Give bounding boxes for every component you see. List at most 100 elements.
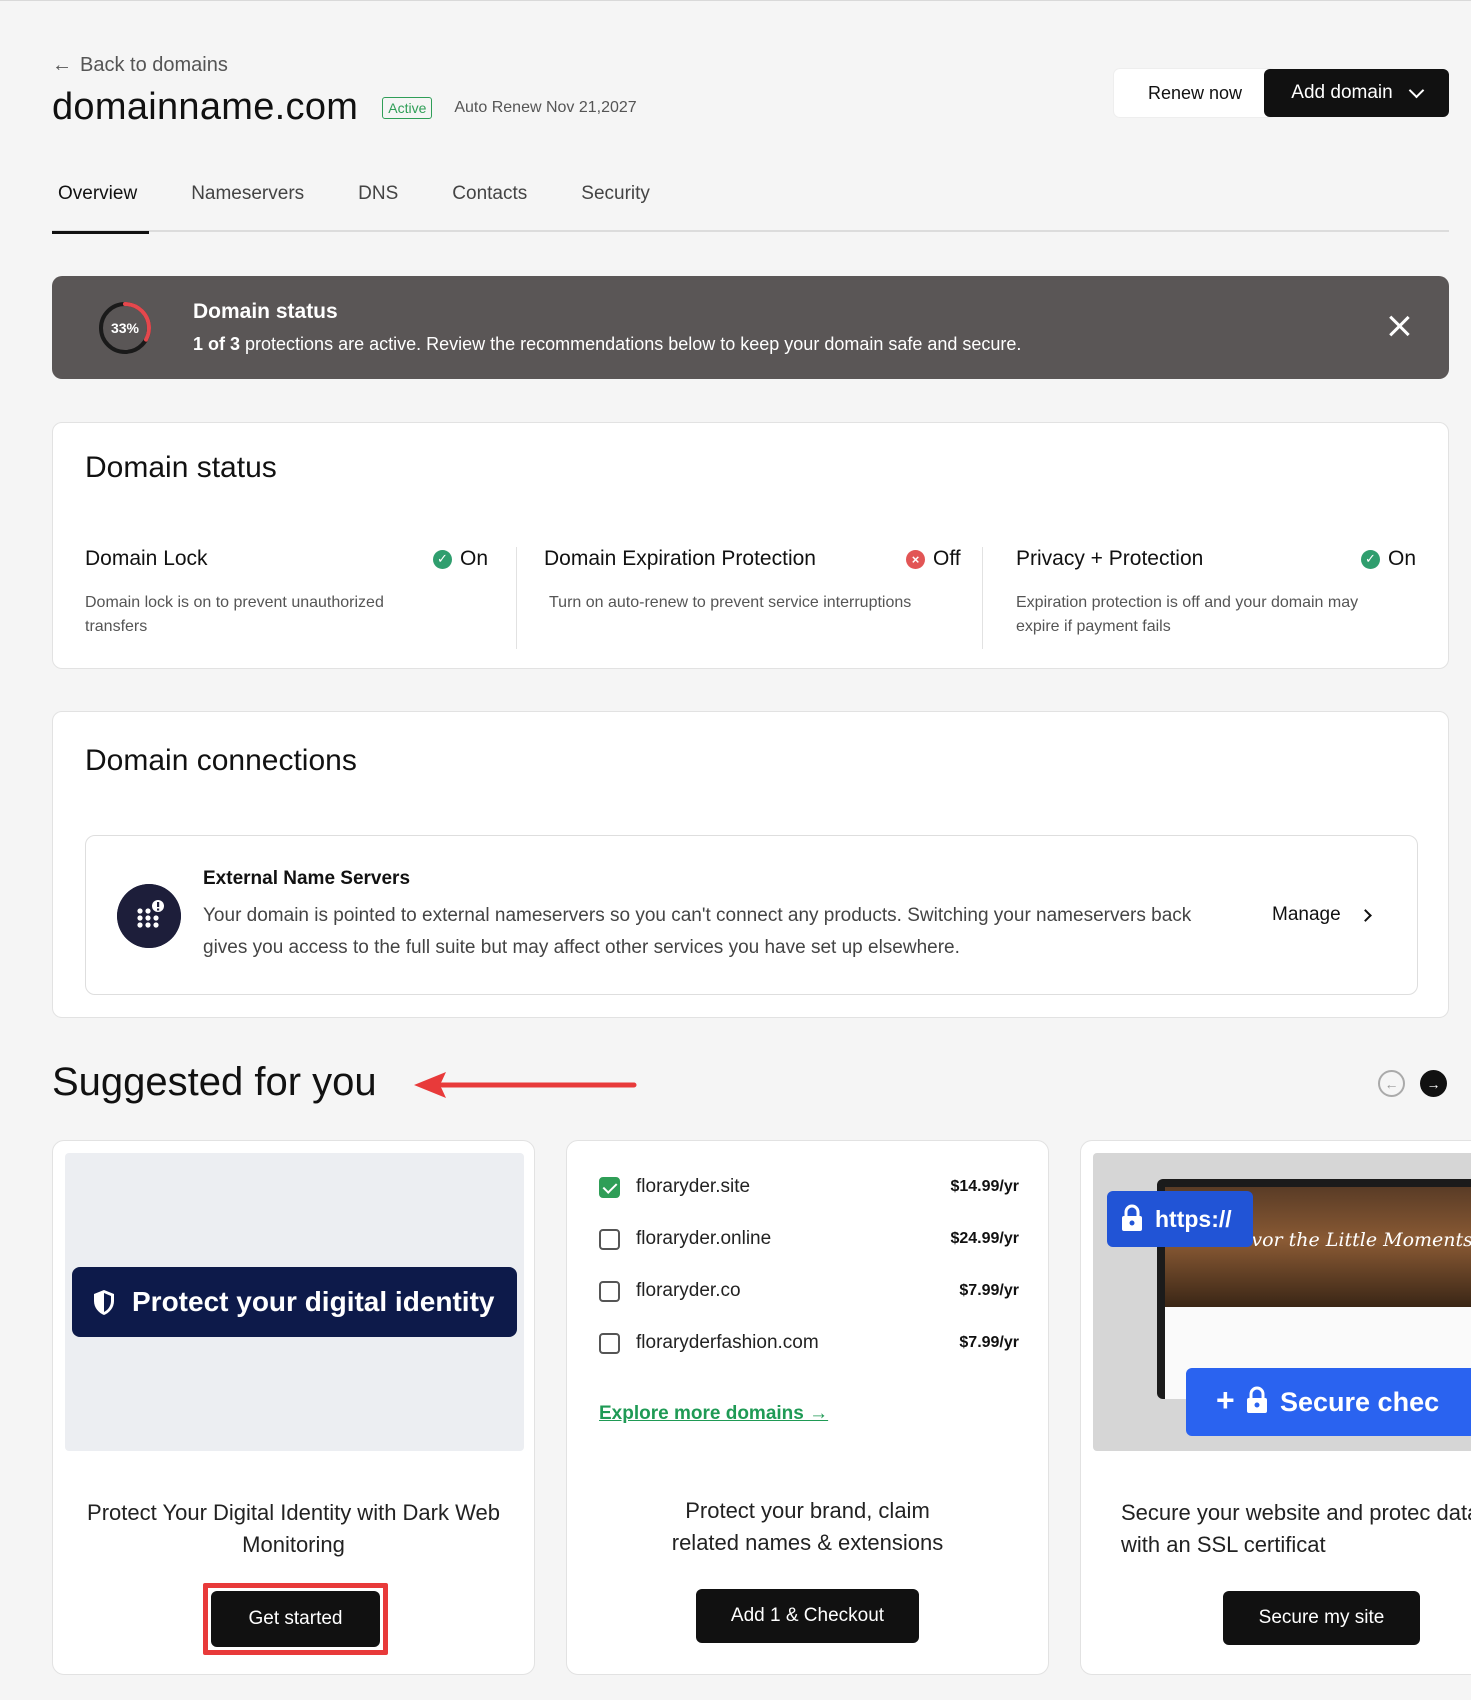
https-label: https:// [1155, 1205, 1232, 1232]
status-desc: Domain lock is on to prevent unauthorize… [85, 594, 384, 635]
banner-text: protections are active. Review the recom… [240, 334, 1022, 354]
tab-security[interactable]: Security [575, 168, 656, 232]
suggestion-card-dark-web: Protect your digital identity Protect Yo… [52, 1140, 535, 1675]
chevron-right-icon [1358, 908, 1372, 922]
domain-title-row: domainname.com Active Auto Renew Nov 21,… [52, 86, 637, 129]
protect-pill-label: Protect your digital identity [132, 1286, 495, 1317]
domain-option-price: $14.99/yr [950, 1178, 1019, 1195]
domain-option-price: $24.99/yr [950, 1230, 1019, 1247]
status-state: × Off [906, 547, 961, 571]
card-title: Secure your website and protec data with… [1121, 1500, 1471, 1557]
lock-icon [1122, 1204, 1142, 1231]
renew-now-button[interactable]: Renew now [1114, 69, 1276, 117]
suggestion-card-ssl: Savor the Little Moments https:// + Secu… [1080, 1140, 1471, 1675]
status-domain-lock: Domain Lock ✓ On Domain lock is on to pr… [85, 547, 493, 635]
divider [516, 547, 517, 649]
top-border [0, 0, 1471, 1]
external-nameservers-panel: External Name Servers Your domain is poi… [85, 835, 1418, 995]
plus-icon: + [1216, 1382, 1235, 1418]
website-hero-text: Savor the Little Moments [1227, 1229, 1471, 1251]
suggestion-card-related-domains: floraryder.site $14.99/yr floraryder.onl… [566, 1140, 1049, 1675]
back-to-domains-link[interactable]: ← Back to domains [52, 54, 228, 77]
status-privacy-protection: Privacy + Protection ✓ On Expiration pro… [1016, 547, 1426, 635]
card-title: Protect Your Digital Identity with Dark … [87, 1500, 500, 1557]
status-state-text: Off [933, 547, 961, 570]
check-circle-icon: ✓ [1361, 549, 1380, 569]
protect-pill: Protect your digital identity [72, 1267, 517, 1337]
arrow-right-icon: → [1426, 1075, 1441, 1092]
domain-option-price: $7.99/yr [959, 1334, 1019, 1351]
annotation-arrow-icon [414, 1072, 637, 1098]
status-desc: Turn on auto-renew to prevent service in… [549, 594, 912, 611]
secure-checkout-badge: + Secure chec [1186, 1368, 1471, 1436]
ssl-illustration: Savor the Little Moments https:// + Secu… [1093, 1153, 1471, 1451]
ns-description: Your domain is pointed to external names… [203, 905, 1192, 958]
domain-tabs: Overview Nameservers DNS Contacts Securi… [52, 168, 1449, 234]
get-started-button[interactable]: Get started [211, 1591, 380, 1647]
secure-check-label: Secure chec [1280, 1386, 1440, 1417]
arrow-left-icon: ← [1384, 1075, 1399, 1092]
status-desc: Expiration protection is off and your do… [1016, 594, 1359, 635]
tab-dns[interactable]: DNS [352, 168, 404, 232]
add-domain-button[interactable]: Add domain [1264, 69, 1449, 117]
arrow-left-icon: ← [52, 54, 72, 76]
status-expiration-protection: Domain Expiration Protection × Off Turn … [544, 547, 964, 611]
auto-renew-text: Auto Renew Nov 21,2027 [454, 98, 637, 116]
domain-status-banner: 33% Domain status 1 of 3 protections are… [52, 276, 1449, 379]
checkbox[interactable] [599, 1332, 620, 1354]
secure-my-site-button[interactable]: Secure my site [1223, 1591, 1420, 1645]
ns-title: External Name Servers [203, 868, 411, 889]
divider [982, 547, 983, 649]
domain-connections-card: Domain connections External Name Servers… [52, 711, 1449, 1018]
domain-option-row[interactable]: floraryder.co $7.99/yr [599, 1277, 1019, 1305]
banner-count: 1 of 3 [193, 334, 241, 354]
card-title: Protect your brand, claim related names … [671, 1498, 944, 1555]
status-label: Domain Lock [85, 547, 208, 570]
checkbox[interactable] [599, 1228, 620, 1250]
domain-option-row[interactable]: floraryder.online $24.99/yr [599, 1225, 1019, 1253]
tab-nameservers[interactable]: Nameservers [185, 168, 310, 232]
domain-status-card: Domain status Domain Lock ✓ On Domain lo… [52, 422, 1449, 669]
domain-option-name: floraryder.online [636, 1228, 772, 1249]
status-badge: Active [382, 96, 433, 119]
manage-link[interactable]: Manage [1272, 904, 1372, 926]
suggested-heading: Suggested for you [52, 1060, 377, 1104]
domain-option-name: floraryder.co [636, 1280, 741, 1301]
back-label: Back to domains [80, 54, 228, 76]
domain-option-row[interactable]: floraryderfashion.com $7.99/yr [599, 1329, 1019, 1357]
manage-label: Manage [1272, 904, 1341, 925]
status-state: ✓ On [433, 547, 488, 571]
check-circle-icon: ✓ [433, 549, 452, 569]
close-icon[interactable] [1383, 310, 1415, 342]
status-state-text: On [460, 547, 489, 570]
add-checkout-button[interactable]: Add 1 & Checkout [696, 1589, 919, 1643]
domain-status-heading: Domain status [85, 451, 277, 484]
dark-web-illustration: Protect your digital identity [65, 1153, 524, 1451]
page-title: domainname.com [52, 86, 359, 128]
x-circle-icon: × [906, 549, 925, 569]
domain-option-price: $7.99/yr [959, 1282, 1019, 1299]
progress-percent: 33% [110, 320, 140, 336]
domain-option-row[interactable]: floraryder.site $14.99/yr [599, 1173, 1019, 1201]
tab-contacts[interactable]: Contacts [446, 168, 533, 232]
tab-overview[interactable]: Overview [52, 168, 150, 234]
chevron-down-icon [1408, 82, 1424, 98]
lock-icon [1247, 1386, 1267, 1413]
shield-icon [94, 1290, 114, 1315]
domain-connections-heading: Domain connections [85, 744, 357, 777]
banner-title: Domain status [193, 300, 338, 323]
nameserver-warning-icon [117, 884, 181, 948]
https-badge: https:// [1107, 1191, 1253, 1247]
status-state-text: On [1388, 547, 1417, 570]
explore-more-domains-link[interactable]: Explore more domains → [599, 1403, 828, 1425]
carousel-next-button[interactable]: → [1420, 1070, 1447, 1097]
add-domain-label: Add domain [1291, 82, 1393, 103]
domain-option-name: floraryderfashion.com [636, 1332, 819, 1353]
banner-message: 1 of 3 protections are active. Review th… [193, 334, 1021, 355]
checkbox-checked[interactable] [599, 1176, 620, 1198]
domain-option-name: floraryder.site [636, 1176, 751, 1197]
status-state: ✓ On [1361, 547, 1416, 571]
checkbox[interactable] [599, 1280, 620, 1302]
status-label: Domain Expiration Protection [544, 547, 816, 570]
carousel-prev-button[interactable]: ← [1378, 1070, 1405, 1097]
